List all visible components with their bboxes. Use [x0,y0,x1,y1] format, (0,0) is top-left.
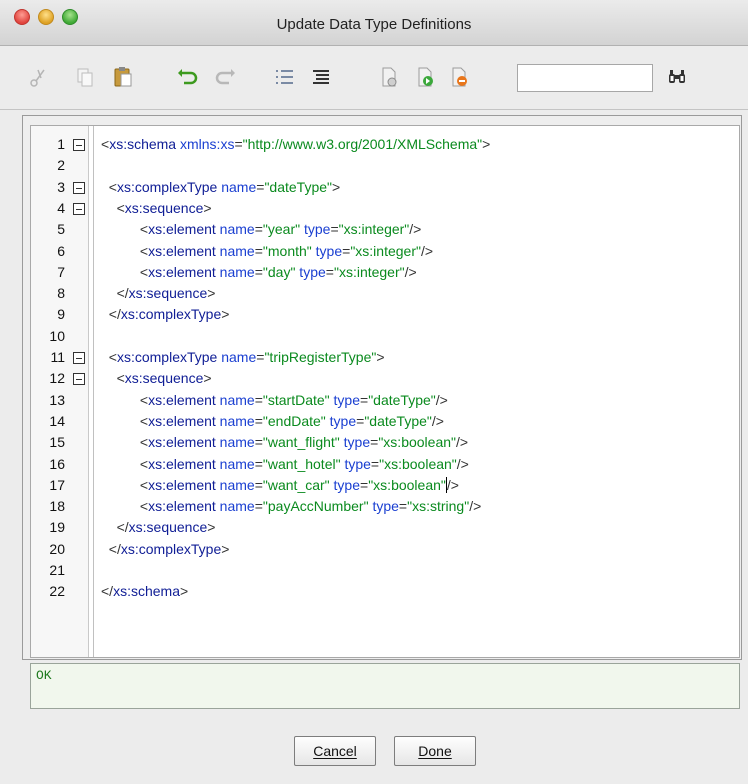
code-line: <xs:element name="day" type="xs:integer"… [139,263,417,280]
document-icon[interactable] [378,66,400,88]
undo-icon[interactable] [177,66,199,88]
fold-toggle-icon[interactable] [73,202,85,215]
code-line: <xs:element name="payAccNumber" type="xs… [139,498,482,515]
code-line: <xs:complexType name="tripRegisterType"> [108,349,385,365]
title-bar: Update Data Type Definitions [0,0,748,46]
redo-icon[interactable] [214,66,236,88]
fold-toggle-icon[interactable] [73,181,85,194]
format-icon[interactable] [310,66,332,88]
code-line: </xs:schema> [101,583,189,600]
fold-toggle-icon[interactable] [73,373,85,386]
code-line: <xs:element name="startDate" type="dateT… [139,391,448,408]
code-line: <xs:element name="endDate" type="dateTyp… [139,412,444,429]
code-line: <xs:element name="want_car" type="xs:boo… [139,476,459,493]
document-stop-icon[interactable] [448,66,470,88]
code-line: <xs:sequence> [116,199,212,216]
code-line: <xs:element name="month" type="xs:intege… [139,242,434,259]
code-editor[interactable]: 1 2 3 4 5 6 7 8 9 10 11 12 13 14 15 16 17 18 19 20 21 22 <xs:… [30,125,740,658]
status-text: OK [36,668,52,683]
done-button[interactable]: Done [394,736,476,766]
dialog-window: Update Data Type Definitions 1 2 3 4 5 6 7 8 9 10 [0,0,748,784]
code-line: <xs:schema xmlns:xs="http://www.w3.org/2… [101,136,491,152]
code-line: <xs:element name="want_flight" type="xs:… [139,434,469,451]
code-line: <xs:element name="year" type="xs:integer… [139,221,422,238]
fold-toggle-icon[interactable] [73,139,85,151]
toolbar-divider [0,109,748,110]
code-line: </xs:complexType> [108,306,230,323]
document-export-icon[interactable] [414,66,436,88]
code-line: </xs:sequence> [116,519,216,536]
cut-icon[interactable] [28,66,50,88]
code-line: </xs:sequence> [116,285,216,302]
code-line: <xs:complexType name="dateType"> [108,178,341,195]
paste-icon[interactable] [112,66,134,88]
copy-icon[interactable] [74,66,96,88]
code-line: <xs:element name="want_hotel" type="xs:b… [139,455,469,472]
status-area: OK [30,663,740,709]
code-area[interactable]: <xs:schema xmlns:xs="http://www.w3.org/2… [93,126,739,657]
code-line: </xs:complexType> [108,540,230,557]
line-gutter: 1 2 3 4 5 6 7 8 9 10 11 12 13 14 15 16 17 18 19 20 21 22 [31,126,89,657]
fold-toggle-icon[interactable] [73,352,85,364]
search-input[interactable] [517,64,653,92]
numbered-list-icon[interactable] [274,66,296,88]
window-title: Update Data Type Definitions [276,16,472,33]
code-line: <xs:sequence> [116,370,212,387]
find-icon[interactable] [666,66,688,88]
cancel-button[interactable]: Cancel [294,736,376,766]
